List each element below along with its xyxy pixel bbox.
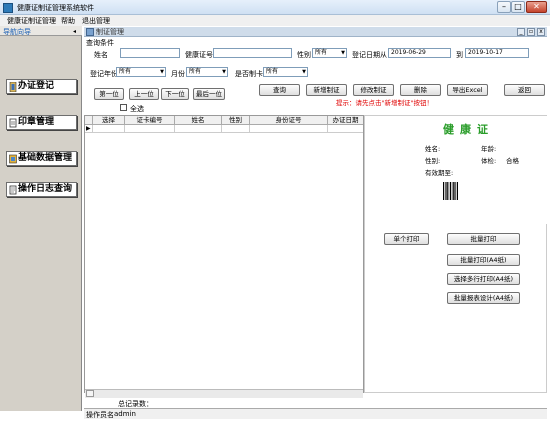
month-select[interactable]: 所有	[186, 67, 228, 77]
scroll-left-arrow[interactable]	[86, 390, 94, 397]
records-grid[interactable]	[84, 115, 364, 393]
batch-report-design-button[interactable]: 批量报表设计(A4纸)	[447, 292, 520, 304]
multi-row-print-a4-button[interactable]: 选择多行打印(A4纸)	[447, 273, 520, 285]
registration-icon	[9, 82, 17, 92]
back-button[interactable]: 返回	[504, 84, 545, 96]
grid-col-id-no[interactable]: 身份证号	[250, 116, 328, 125]
batch-print-button[interactable]: 批量打印	[447, 233, 520, 245]
reg-year-select[interactable]: 所有	[116, 67, 166, 77]
cert-no-label: 健康证号	[185, 51, 213, 59]
last-record-button[interactable]: 最后一位	[193, 88, 225, 100]
search-button[interactable]: 查询	[259, 84, 300, 96]
reg-date-to-input[interactable]: 2019-10-17	[465, 48, 529, 58]
nav-title: 导航向导	[3, 28, 31, 36]
gender-select-value: 所有	[315, 49, 328, 56]
select-all-label: 全选	[130, 105, 144, 113]
grid-col-date[interactable]: 办证日期	[328, 116, 363, 125]
reg-year-label: 登记年份	[90, 70, 118, 78]
reg-year-value: 所有	[119, 68, 132, 75]
card-made-select[interactable]: 所有	[263, 67, 308, 77]
inner-close-button[interactable]: x	[537, 28, 545, 36]
grid-col-name[interactable]: 姓名	[175, 116, 222, 125]
inner-window-title: 制证管理	[96, 28, 124, 36]
nav-item-label: 基础数据管理	[18, 153, 73, 163]
minimize-button[interactable]: –	[497, 1, 511, 13]
reg-date-from-input[interactable]: 2019-06-29	[388, 48, 451, 58]
menu-exit[interactable]: 退出管理	[82, 16, 110, 26]
batch-print-a4-button[interactable]: 批量打印(A4纸)	[447, 254, 520, 266]
card-exam-value: 合格	[506, 157, 519, 165]
add-cert-button[interactable]: 新增制证	[306, 84, 347, 96]
card-gender-label: 性别:	[425, 157, 441, 165]
operator-value: admin	[114, 410, 136, 418]
nav-item-label: 操作日志查询	[18, 184, 73, 194]
reg-date-to-label: 到	[456, 51, 463, 59]
card-exam-label: 体检:	[481, 157, 497, 165]
nav-item-log-query[interactable]: 操作日志查询	[6, 182, 77, 197]
next-record-button[interactable]: 下一位	[161, 88, 189, 100]
gender-label: 性别	[297, 51, 311, 59]
cert-no-input[interactable]	[213, 48, 292, 58]
app-icon	[3, 3, 13, 13]
prev-record-button[interactable]: 上一位	[129, 88, 159, 100]
single-print-button[interactable]: 单个打印	[384, 233, 429, 245]
inner-minimize-button[interactable]: _	[517, 28, 525, 36]
grid-col-gender[interactable]: 性别	[222, 116, 250, 125]
nav-item-seal[interactable]: 印章管理	[6, 115, 77, 130]
log-icon	[9, 185, 17, 195]
window-title: 健康证制证管理系统软件	[17, 4, 94, 12]
select-all-checkbox[interactable]	[120, 104, 127, 111]
menu-cert-management[interactable]: 健康证制证管理	[7, 16, 56, 26]
inner-window-icon	[86, 28, 94, 36]
barcode-icon	[443, 182, 458, 200]
close-button[interactable]: ✕	[526, 1, 547, 13]
grid-col-select[interactable]: 选择	[93, 116, 125, 125]
grid-cell[interactable]	[222, 125, 250, 133]
grid-col-cert-no[interactable]: 证卡编号	[125, 116, 175, 125]
month-label: 月份	[171, 70, 185, 78]
maximize-button[interactable]: □	[511, 1, 525, 13]
seal-icon	[9, 118, 17, 128]
grid-cell[interactable]	[93, 125, 125, 133]
gender-select[interactable]: 所有	[312, 48, 347, 58]
grid-indicator-header	[85, 116, 93, 125]
grid-cell[interactable]	[250, 125, 328, 133]
card-name-label: 姓名:	[425, 145, 441, 153]
inner-window-titlebar	[84, 27, 547, 37]
grid-cell	[85, 125, 93, 133]
grid-cell[interactable]	[125, 125, 175, 133]
delete-button[interactable]: 删除	[400, 84, 441, 96]
query-group-label: 查询条件	[86, 39, 114, 47]
nav-item-registration[interactable]: 办证登记	[6, 79, 77, 94]
operator-label: 操作员名	[86, 411, 114, 419]
inner-restore-button[interactable]: ▫	[527, 28, 535, 36]
nav-item-basic-data[interactable]: 基础数据管理	[6, 151, 77, 166]
card-title: 健康证	[443, 123, 494, 136]
record-count-bar	[84, 399, 547, 407]
grid-horizontal-scrollbar[interactable]	[85, 389, 363, 398]
menu-help[interactable]: 帮助	[61, 16, 75, 26]
data-icon	[9, 154, 17, 164]
hint-text: 提示：请先点击"新增制证"按钮！	[336, 99, 433, 107]
nav-item-label: 印章管理	[18, 117, 55, 127]
edit-cert-button[interactable]: 修改制证	[353, 84, 394, 96]
grid-cell[interactable]	[175, 125, 222, 133]
card-made-label: 是否制卡	[235, 70, 263, 78]
month-select-value: 所有	[189, 68, 202, 75]
name-label: 姓名	[94, 51, 108, 59]
card-age-label: 年龄:	[481, 145, 497, 153]
card-expiry-label: 有效期至:	[425, 169, 454, 177]
status-bar	[84, 408, 547, 419]
export-excel-button[interactable]: 导出Excel	[447, 84, 488, 96]
reg-date-from-label: 登记日期从	[352, 51, 387, 59]
nav-collapse-icon[interactable]: ◂	[73, 28, 76, 35]
name-input[interactable]	[120, 48, 180, 58]
nav-item-label: 办证登记	[18, 81, 55, 91]
first-record-button[interactable]: 第一位	[94, 88, 124, 100]
card-made-value: 所有	[266, 68, 279, 75]
